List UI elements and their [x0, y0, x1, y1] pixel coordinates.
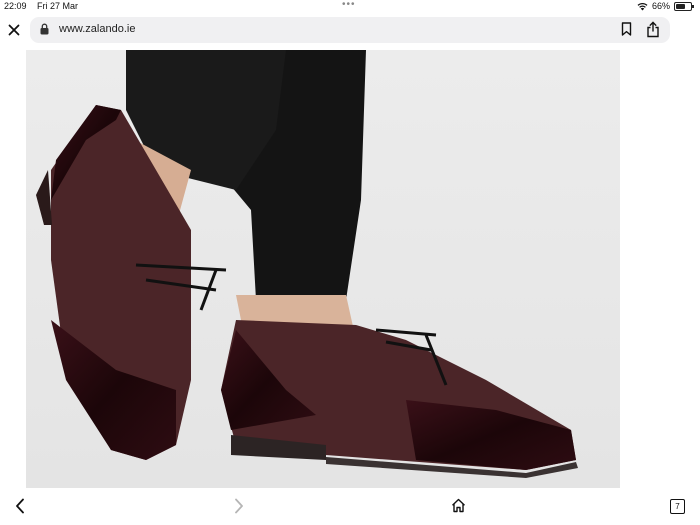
multitask-dots[interactable]: •••	[342, 0, 356, 10]
chevron-left-icon[interactable]	[15, 498, 25, 514]
close-button[interactable]	[6, 22, 22, 38]
url-text: www.zalando.ie	[59, 23, 136, 35]
status-time: 22:09	[4, 1, 27, 11]
home-icon[interactable]	[451, 498, 466, 513]
tab-count: 7	[675, 502, 680, 511]
lock-icon	[40, 23, 49, 35]
tabs-button[interactable]: 7	[670, 499, 685, 514]
share-icon[interactable]	[646, 21, 660, 38]
bookmark-icon[interactable]	[621, 22, 632, 36]
wifi-icon	[637, 2, 648, 10]
browser-toolbar: www.zalando.ie	[0, 14, 700, 48]
status-date: Fri 27 Mar	[37, 1, 79, 11]
battery-icon	[674, 1, 694, 11]
product-photo	[26, 50, 620, 488]
chevron-right-icon[interactable]	[234, 498, 244, 514]
address-bar[interactable]: www.zalando.ie	[30, 17, 670, 43]
browser-bottom-bar: 7	[0, 492, 700, 525]
close-icon	[8, 24, 20, 36]
battery-percent: 66%	[651, 1, 670, 11]
status-bar: 22:09 Fri 27 Mar ••• 66%	[0, 0, 700, 14]
